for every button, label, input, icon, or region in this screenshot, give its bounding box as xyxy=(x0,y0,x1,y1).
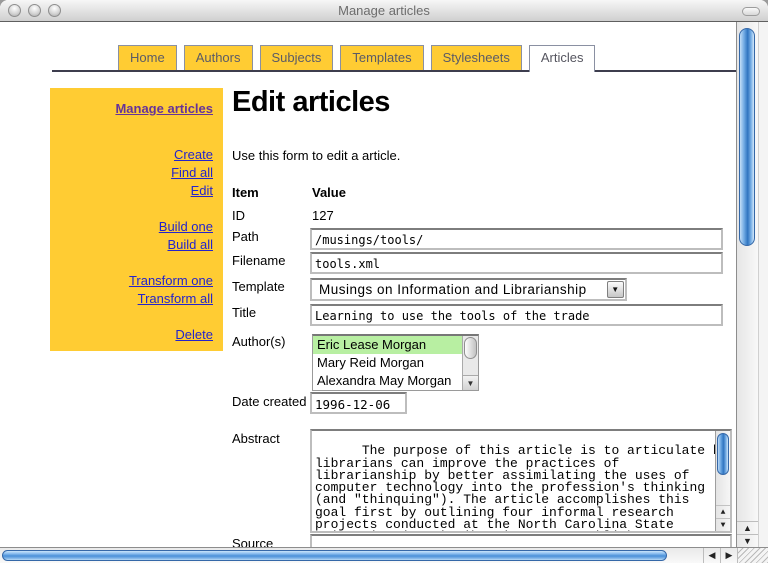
window-title: Manage articles xyxy=(0,0,768,21)
browser-window: Manage articles Home Authors Subjects Te… xyxy=(0,0,768,563)
horizontal-scrollbar[interactable]: ◀ ▶ xyxy=(0,547,768,563)
id-label: ID xyxy=(232,208,308,223)
authors-label: Author(s) xyxy=(232,334,308,349)
authors-scrollbar-thumb[interactable] xyxy=(464,337,477,359)
tab-divider xyxy=(52,70,736,72)
sidebar-group-delete: Delete xyxy=(50,326,213,344)
sidebar-group-build: Build one Build all xyxy=(50,218,213,254)
tab-articles[interactable]: Articles xyxy=(529,45,596,72)
tab-bar: Home Authors Subjects Templates Styleshe… xyxy=(118,45,595,70)
sidebar: Manage articles Create Find all Edit Bui… xyxy=(50,88,223,351)
tab-subjects[interactable]: Subjects xyxy=(260,45,334,70)
tab-stylesheets[interactable]: Stylesheets xyxy=(431,45,522,70)
page-content: Home Authors Subjects Templates Styleshe… xyxy=(0,22,736,547)
filename-label: Filename xyxy=(232,253,308,268)
vertical-scrollbar[interactable]: ▲ ▼ xyxy=(736,22,758,547)
scroll-left-icon[interactable]: ◀ xyxy=(703,548,720,563)
chevron-down-icon[interactable]: ▼ xyxy=(607,281,624,298)
tab-home[interactable]: Home xyxy=(118,45,177,70)
title-bar[interactable]: Manage articles xyxy=(0,0,768,22)
abstract-scrollbar-thumb[interactable] xyxy=(717,433,729,475)
date-created-input[interactable]: 1996-12-06 xyxy=(310,392,407,414)
intro-text: Use this form to edit a article. xyxy=(232,148,400,163)
title-input[interactable]: Learning to use the tools of the trade xyxy=(310,304,723,326)
sidebar-item-edit[interactable]: Edit xyxy=(50,182,213,200)
abstract-scroll-down-icon[interactable]: ▼ xyxy=(716,518,730,531)
scroll-up-icon[interactable]: ▲ xyxy=(737,521,758,534)
abstract-scroll-up-icon[interactable]: ▲ xyxy=(716,505,730,518)
sidebar-group-crud: Create Find all Edit xyxy=(50,146,213,200)
tab-templates[interactable]: Templates xyxy=(340,45,423,70)
path-label: Path xyxy=(232,229,308,244)
tab-authors[interactable]: Authors xyxy=(184,45,253,70)
sidebar-item-build-one[interactable]: Build one xyxy=(50,218,213,236)
sidebar-group-transform: Transform one Transform all xyxy=(50,272,213,308)
source-label: Source xyxy=(232,536,308,547)
authors-option[interactable]: Mary Reid Morgan xyxy=(313,354,462,372)
page-title: Edit articles xyxy=(232,86,390,119)
horizontal-scrollbar-thumb[interactable] xyxy=(2,550,667,561)
scroll-down-icon[interactable]: ▼ xyxy=(737,534,758,547)
authors-scrollbar[interactable]: ▼ xyxy=(462,336,478,390)
date-created-label: Date created xyxy=(232,394,308,409)
abstract-scrollbar[interactable]: ▲ ▼ xyxy=(715,431,730,531)
close-icon[interactable] xyxy=(8,4,21,17)
resize-grip[interactable] xyxy=(737,548,768,563)
sidebar-item-build-all[interactable]: Build all xyxy=(50,236,213,254)
authors-listbox[interactable]: Eric Lease Morgan Mary Reid Morgan Alexa… xyxy=(312,334,479,391)
scroll-right-icon[interactable]: ▶ xyxy=(720,548,737,563)
title-label: Title xyxy=(232,305,308,320)
filename-input[interactable]: tools.xml xyxy=(310,252,723,274)
authors-option[interactable]: Alexandra May Morgan xyxy=(313,372,462,390)
value-column-header: Value xyxy=(312,185,346,200)
abstract-text: The purpose of this article is to articu… xyxy=(315,443,732,533)
template-label: Template xyxy=(232,279,308,294)
window-controls xyxy=(8,4,61,17)
item-column-header: Item xyxy=(232,185,308,200)
toolbar-toggle-icon[interactable] xyxy=(742,7,760,16)
zoom-icon[interactable] xyxy=(48,4,61,17)
source-textarea[interactable]: This article also appears in Eric Lease … xyxy=(310,534,732,547)
sidebar-item-find-all[interactable]: Find all xyxy=(50,164,213,182)
minimize-icon[interactable] xyxy=(28,4,41,17)
sidebar-item-delete[interactable]: Delete xyxy=(50,326,213,344)
sidebar-item-transform-one[interactable]: Transform one xyxy=(50,272,213,290)
abstract-textarea[interactable]: The purpose of this article is to articu… xyxy=(310,429,732,533)
authors-scroll-down-icon[interactable]: ▼ xyxy=(463,375,478,390)
id-value: 127 xyxy=(312,208,334,223)
template-select[interactable]: Musings on Information and Librarianship… xyxy=(310,278,627,301)
sidebar-item-manage-articles[interactable]: Manage articles xyxy=(50,100,213,118)
sidebar-item-create[interactable]: Create xyxy=(50,146,213,164)
sidebar-item-transform-all[interactable]: Transform all xyxy=(50,290,213,308)
template-selected-value: Musings on Information and Librarianship xyxy=(319,282,587,297)
abstract-label: Abstract xyxy=(232,431,308,446)
window-right-edge xyxy=(758,22,768,547)
path-input[interactable]: /musings/tools/ xyxy=(310,228,723,250)
vertical-scrollbar-thumb[interactable] xyxy=(739,28,755,246)
authors-option-selected[interactable]: Eric Lease Morgan xyxy=(313,336,462,354)
